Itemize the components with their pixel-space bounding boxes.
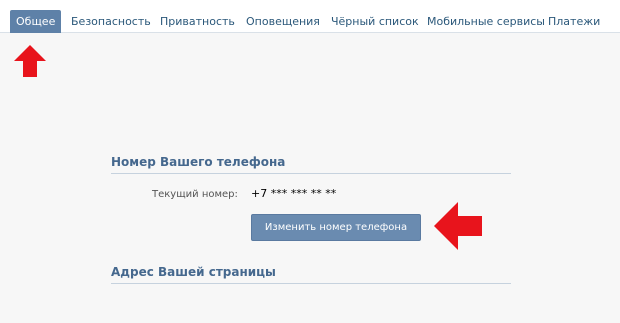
tab-payments[interactable]: Платежи — [548, 11, 600, 33]
phone-section-title: Номер Вашего телефона — [111, 155, 286, 169]
change-phone-button[interactable]: Изменить номер телефона — [251, 214, 421, 241]
phone-section-divider — [111, 173, 511, 174]
current-number-value: +7 *** *** ** ** — [251, 187, 337, 200]
tab-security[interactable]: Безопасность — [71, 11, 151, 33]
tab-privacy[interactable]: Приватность — [160, 11, 235, 33]
tab-mobile-services[interactable]: Мобильные сервисы — [427, 11, 545, 33]
tab-notifications[interactable]: Оповещения — [246, 11, 320, 33]
settings-tabs: Общее Безопасность Приватность Оповещени… — [0, 0, 620, 33]
arrow-up-icon — [14, 45, 46, 77]
tab-general[interactable]: Общее — [10, 10, 62, 33]
address-section-divider — [111, 283, 511, 284]
address-section-title: Адрес Вашей страницы — [111, 265, 276, 279]
tab-blacklist[interactable]: Чёрный список — [331, 11, 419, 33]
arrow-left-icon — [434, 202, 482, 250]
current-number-label: Текущий номер: — [152, 189, 238, 200]
